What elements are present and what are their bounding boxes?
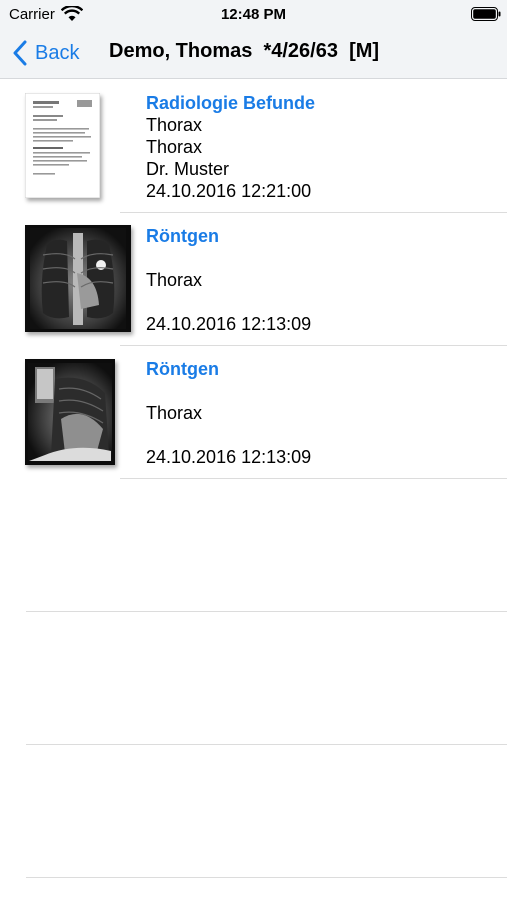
empty-row-separator xyxy=(26,611,507,612)
item-text: Radiologie Befunde Thorax Thorax Dr. Mus… xyxy=(146,92,315,202)
item-line xyxy=(146,424,311,446)
page-title: Demo, Thomas *4/26/63 [M] xyxy=(109,40,380,62)
battery-icon xyxy=(471,7,501,21)
item-text: Röntgen Thorax 24.10.2016 12:13:09 xyxy=(146,225,311,335)
xray-frontal-thumbnail xyxy=(25,225,131,332)
list-item[interactable]: Röntgen Thorax 24.10.2016 12:13:09 xyxy=(0,213,507,346)
item-line: Dr. Muster xyxy=(146,159,230,179)
list-item[interactable]: Radiologie Befunde Thorax Thorax Dr. Mus… xyxy=(0,80,507,213)
item-date: 24.10.2016 12:13:09 xyxy=(146,447,312,467)
empty-row-separator xyxy=(26,744,507,745)
item-date: 24.10.2016 12:21:00 xyxy=(146,181,312,201)
item-line: Thorax xyxy=(146,137,203,157)
navigation-bar: Back Demo, Thomas *4/26/63 [M] xyxy=(0,28,507,79)
row-separator xyxy=(120,478,507,479)
back-label: Back xyxy=(35,41,80,64)
item-line: Thorax xyxy=(146,115,203,135)
item-title: Radiologie Befunde xyxy=(146,93,316,113)
item-title: Röntgen xyxy=(146,226,219,246)
item-date: 24.10.2016 12:13:09 xyxy=(146,314,312,334)
back-button[interactable]: Back xyxy=(12,39,79,67)
item-line: Thorax xyxy=(146,403,203,423)
status-bar: Carrier 12:48 PM xyxy=(0,0,507,28)
item-line xyxy=(146,247,311,269)
empty-row-separator xyxy=(26,877,507,878)
chevron-left-icon xyxy=(13,40,27,66)
item-line xyxy=(146,291,311,313)
xray-lateral-thumbnail xyxy=(25,359,115,465)
clock: 12:48 PM xyxy=(220,6,287,23)
item-text: Röntgen Thorax 24.10.2016 12:13:09 xyxy=(146,358,311,468)
item-line xyxy=(146,380,311,402)
item-title: Röntgen xyxy=(146,359,219,379)
item-line: Thorax xyxy=(146,270,203,290)
list-item[interactable]: Röntgen Thorax 24.10.2016 12:13:09 xyxy=(0,346,507,479)
document-thumbnail xyxy=(25,93,100,198)
